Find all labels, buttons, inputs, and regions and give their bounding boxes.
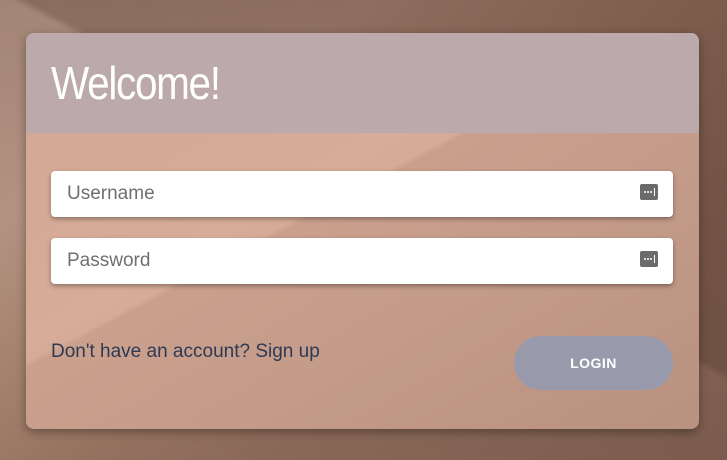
username-input[interactable] bbox=[51, 171, 621, 217]
password-dots-icon[interactable] bbox=[640, 184, 658, 200]
password-dots-icon[interactable] bbox=[640, 251, 658, 267]
page-title: Welcome! bbox=[51, 57, 221, 109]
username-field[interactable] bbox=[51, 171, 673, 217]
login-card: Welcome! Don't have an account? Sign up … bbox=[26, 33, 699, 429]
card-header: Welcome! bbox=[26, 33, 699, 133]
login-button[interactable]: LOGIN bbox=[514, 336, 673, 390]
signup-link[interactable]: Don't have an account? Sign up bbox=[51, 341, 320, 363]
password-input[interactable] bbox=[51, 238, 621, 284]
password-field[interactable] bbox=[51, 238, 673, 284]
